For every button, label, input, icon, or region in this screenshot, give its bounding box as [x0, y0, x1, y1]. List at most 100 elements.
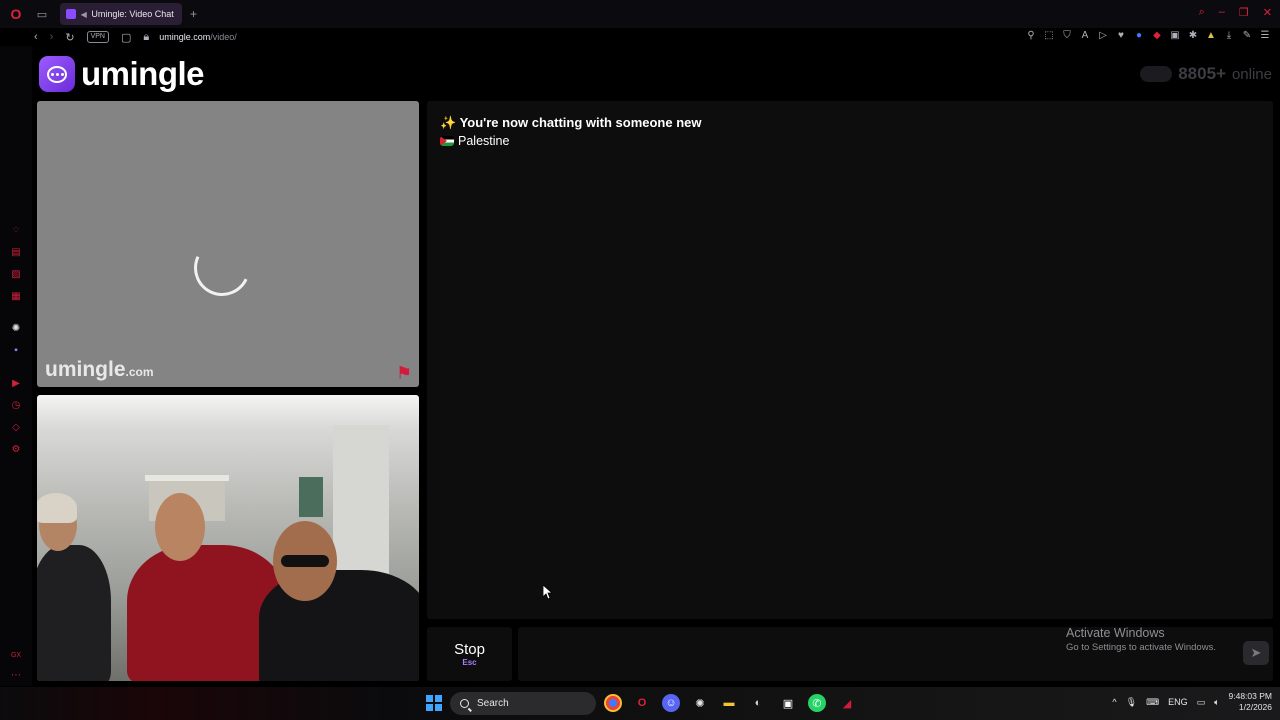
- steam-icon[interactable]: ◐: [749, 694, 767, 712]
- send-button[interactable]: ➤: [1243, 641, 1269, 665]
- opera-menu-icon[interactable]: O: [8, 6, 24, 22]
- taskbar-search[interactable]: Search: [450, 692, 596, 715]
- report-flag-icon[interactable]: ⚑: [396, 364, 414, 382]
- online-indicator: 8805+ online: [1140, 64, 1272, 84]
- sidebar-pinboard-icon[interactable]: ◇: [10, 422, 22, 434]
- sidebar-chatgpt-icon[interactable]: ✺: [10, 323, 22, 335]
- person-center-head: [155, 493, 205, 561]
- easy-setup-icon[interactable]: ☰: [1260, 30, 1270, 41]
- sidebar-settings-icon[interactable]: ⚙: [10, 444, 22, 456]
- watermark-tld: .com: [125, 365, 154, 379]
- speaker-icon[interactable]: ◀: [80, 6, 87, 22]
- stop-label: Stop: [454, 641, 485, 658]
- extension-blue-icon[interactable]: ●: [1134, 30, 1144, 41]
- play-icon[interactable]: ▷: [1098, 30, 1108, 41]
- sidebar-gx-icon[interactable]: GX: [10, 650, 22, 662]
- keyboard-icon[interactable]: ⌨: [1146, 697, 1159, 708]
- stop-button[interactable]: Stop Esc: [427, 627, 512, 681]
- person-left: [37, 545, 111, 681]
- tab-title: Umingle: Video Chat w: [91, 9, 176, 19]
- country-name: Palestine: [458, 134, 510, 148]
- site-logo[interactable]: umingle: [39, 55, 205, 93]
- video-watermark: umingle.com: [45, 358, 154, 382]
- online-toggle[interactable]: [1140, 66, 1173, 82]
- sidebar-bot-icon[interactable]: ▤: [10, 247, 22, 259]
- send-arrow-icon: ➤: [1250, 645, 1262, 660]
- sidebar-instagram-icon[interactable]: ▨: [10, 269, 22, 281]
- opera-sidebar: ◌ ▤ ▨ ▦ ✺ ▪ ▶ ◷ ◇ ⚙ GX ⋯: [0, 46, 32, 686]
- window-controls: ⌕ – ❐ ✕: [1199, 6, 1272, 19]
- discord-icon[interactable]: ☺: [662, 694, 680, 712]
- extension-box-icon[interactable]: ▣: [1170, 30, 1180, 41]
- extension-yellow-icon[interactable]: ▲: [1206, 30, 1216, 41]
- taskbar-clock[interactable]: 9:48:03 PM 1/2/2026: [1229, 691, 1272, 713]
- heart-icon[interactable]: ♥: [1116, 30, 1126, 41]
- site-logo-text: umingle: [81, 55, 205, 92]
- stop-shortcut: Esc: [462, 658, 477, 667]
- activate-title: Activate Windows: [1066, 626, 1165, 640]
- beanie: [37, 493, 77, 523]
- app-red-icon[interactable]: ◢: [838, 694, 856, 712]
- sidebar-twitch-icon[interactable]: ▪: [10, 345, 22, 357]
- download-icon[interactable]: ⤓: [1224, 30, 1234, 41]
- activate-subtitle: Go to Settings to activate Windows.: [1066, 642, 1216, 653]
- close-icon[interactable]: ✕: [1263, 6, 1272, 19]
- network-icon[interactable]: ▭: [1197, 697, 1206, 708]
- sidebar-more-icon[interactable]: ⋯: [10, 670, 22, 682]
- epic-games-icon[interactable]: ▣: [779, 694, 797, 712]
- vpn-badge[interactable]: VPN: [86, 31, 109, 43]
- sidebar-history-icon[interactable]: ◷: [10, 400, 22, 412]
- translate-icon[interactable]: A: [1080, 30, 1090, 41]
- sidebar-messenger-icon[interactable]: ▦: [10, 291, 22, 303]
- chat-panel: [427, 101, 1273, 619]
- new-tab-icon[interactable]: +: [190, 7, 197, 21]
- online-count: 8805+: [1178, 64, 1226, 83]
- url-field[interactable]: umingle.com/video/: [159, 32, 237, 42]
- sidebar-refresh-icon[interactable]: ◌: [10, 224, 22, 236]
- extension-icons: ⚲ ⬚ ⛉ A ▷ ♥ ● ◆ ▣ ✱ ▲ ⤓ ✎ ☰: [1026, 30, 1270, 41]
- tray-chevron-icon[interactable]: ^: [1112, 697, 1116, 707]
- clock-time: 9:48:03 PM: [1228, 691, 1272, 701]
- chrome-icon[interactable]: [604, 694, 622, 712]
- chat-bubble-logo-icon: [39, 56, 75, 92]
- language-indicator[interactable]: ENG: [1168, 697, 1188, 707]
- back-icon[interactable]: ‹: [34, 31, 38, 43]
- shield-icon[interactable]: ⛉: [1062, 30, 1072, 41]
- watermark-name: umingle: [45, 358, 126, 381]
- forward-icon[interactable]: ›: [50, 31, 54, 43]
- restore-icon[interactable]: ❐: [1239, 6, 1249, 19]
- browser-tab-bar: O ▭ ◀ Umingle: Video Chat w + ⌕ – ❐ ✕: [0, 0, 1280, 28]
- system-tray: ^ 🎙︎ ⌨ ENG ▭ 🔈︎ 9:48:03 PM 1/2/2026: [1112, 691, 1272, 713]
- sidebar-player-icon[interactable]: ▶: [10, 378, 22, 390]
- activate-windows-watermark: Activate Windows Go to Settings to activ…: [1066, 626, 1216, 653]
- address-bar: ‹ › ↻ VPN ▢ 🔒︎ umingle.com/video/ ⚲ ⬚ ⛉ …: [0, 28, 1280, 46]
- extension-red-icon[interactable]: ◆: [1152, 30, 1162, 41]
- windows-taskbar: Search O ☺ ✺ ▬ ◐ ▣ ✆ ◢ ^ 🎙︎ ⌨ ENG ▭ 🔈︎ 9…: [0, 687, 1280, 720]
- partner-country: Palestine: [440, 134, 509, 148]
- pin-icon[interactable]: ⚲: [1026, 30, 1036, 41]
- umingle-favicon-icon: [66, 9, 76, 19]
- microphone-icon[interactable]: 🎙︎: [1126, 697, 1137, 708]
- camera-icon[interactable]: ▢: [121, 31, 131, 44]
- tab-overview-icon[interactable]: ▭: [34, 6, 50, 22]
- wall-poster: [299, 477, 323, 517]
- puzzle-icon[interactable]: ✱: [1188, 30, 1198, 41]
- sunglasses: [281, 555, 329, 567]
- minimize-icon[interactable]: –: [1219, 6, 1225, 19]
- tab-umingle[interactable]: ◀ Umingle: Video Chat w: [60, 3, 182, 25]
- ai-icon[interactable]: ✎: [1242, 30, 1252, 41]
- whatsapp-icon[interactable]: ✆: [808, 694, 826, 712]
- chatgpt-icon[interactable]: ✺: [691, 694, 709, 712]
- file-explorer-icon[interactable]: ▬: [720, 694, 738, 712]
- navigation-buttons: ‹ › ↻ VPN ▢ 🔒︎: [34, 31, 149, 44]
- reload-icon[interactable]: ↻: [65, 31, 74, 44]
- search-tabs-icon[interactable]: ⌕: [1199, 6, 1205, 19]
- windows-start-icon[interactable]: [426, 695, 442, 711]
- opera-gx-icon[interactable]: O: [633, 694, 651, 712]
- volume-icon[interactable]: 🔈︎: [1214, 697, 1219, 708]
- chat-status-message: ✨ You're now chatting with someone new: [440, 115, 702, 130]
- snapshot-icon[interactable]: ⬚: [1044, 30, 1054, 41]
- lock-icon[interactable]: 🔒︎: [143, 31, 149, 44]
- taskbar-search-label: Search: [477, 698, 509, 709]
- clock-date: 1/2/2026: [1238, 702, 1272, 712]
